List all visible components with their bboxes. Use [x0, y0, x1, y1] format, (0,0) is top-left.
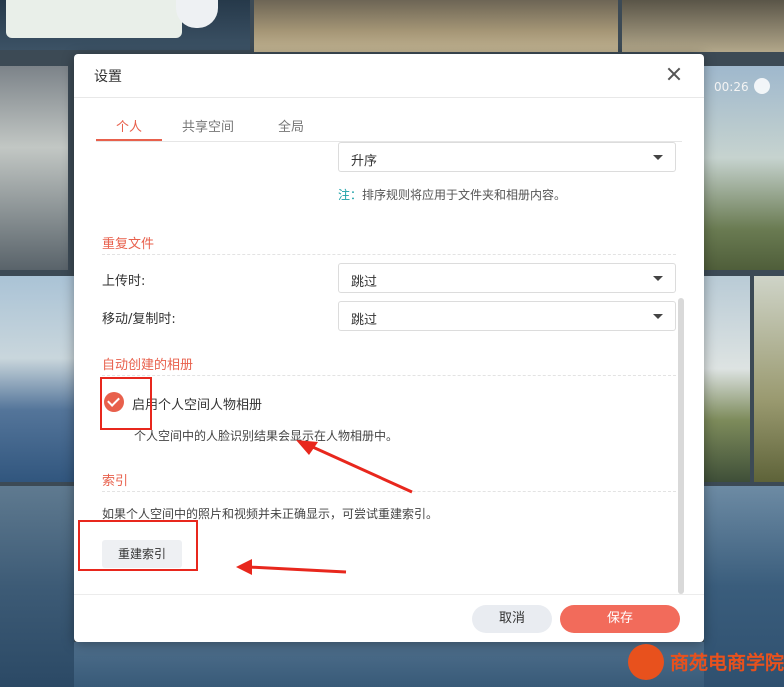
close-icon[interactable] [664, 64, 684, 84]
content-scrollbar[interactable] [678, 298, 684, 594]
photo-thumbnail[interactable] [74, 642, 704, 687]
annotation-highlight-box [78, 520, 198, 571]
tab-shared-space[interactable]: 共享空间 [182, 116, 234, 135]
section-divider [102, 491, 676, 492]
video-duration: 00:26 [714, 80, 749, 94]
photo-thumbnail[interactable] [622, 0, 784, 52]
annotation-highlight-box [100, 377, 152, 430]
photo-thumbnail[interactable] [0, 0, 250, 50]
people-album-description: 个人空间中的人脸识别结果会显示在人物相册中。 [134, 429, 399, 443]
watermark-text: 商苑电商学院 [670, 652, 784, 674]
dialog-header: 设置 [74, 54, 704, 98]
play-icon [754, 78, 770, 94]
cancel-button[interactable]: 取消 [472, 605, 552, 633]
tab-personal[interactable]: 个人 [116, 116, 142, 135]
dialog-title: 设置 [94, 69, 122, 85]
move-copy-duplicate-value: 跳过 [351, 313, 378, 328]
move-copy-duplicate-select[interactable]: 跳过 [338, 301, 676, 331]
tab-global[interactable]: 全局 [278, 116, 304, 135]
save-button[interactable]: 保存 [560, 605, 680, 633]
upload-duplicate-select[interactable]: 跳过 [338, 263, 676, 293]
note-prefix: 注： [338, 188, 363, 202]
sort-order-select[interactable]: 升序 [338, 142, 676, 172]
section-divider [102, 254, 676, 255]
upload-duplicate-value: 跳过 [351, 275, 378, 290]
chevron-down-icon [653, 314, 663, 319]
chevron-down-icon [653, 276, 663, 281]
upload-label: 上传时: [102, 274, 146, 289]
keyboard-image [6, 0, 182, 38]
section-divider [102, 375, 676, 376]
sort-order-value: 升序 [351, 154, 378, 169]
brand-watermark: 商苑电商学院 [628, 642, 784, 682]
chevron-down-icon [653, 155, 663, 160]
photo-thumbnail[interactable] [0, 66, 68, 270]
photo-thumbnail[interactable] [0, 276, 74, 482]
move-copy-label: 移动/复制时: [102, 312, 176, 327]
photo-thumbnail[interactable] [754, 276, 784, 482]
logo-icon [628, 644, 664, 680]
settings-tabs: 个人 共享空间 全局 [96, 98, 682, 142]
sort-note: 注：排序规则将应用于文件夹和相册内容。 [338, 186, 566, 203]
mouse-image [176, 0, 218, 28]
section-title-auto-albums: 自动创建的相册 [102, 358, 194, 373]
active-tab-indicator [96, 139, 162, 141]
photo-thumbnail[interactable] [704, 276, 750, 482]
note-text: 排序规则将应用于文件夹和相册内容。 [362, 188, 567, 202]
photo-thumbnail[interactable] [0, 486, 74, 687]
video-thumbnail[interactable]: 00:26 [704, 66, 784, 270]
section-title-index: 索引 [102, 474, 129, 489]
dialog-footer: 取消 保存 [74, 594, 704, 642]
photo-thumbnail[interactable] [254, 0, 618, 52]
section-title-duplicate-files: 重复文件 [102, 237, 155, 252]
